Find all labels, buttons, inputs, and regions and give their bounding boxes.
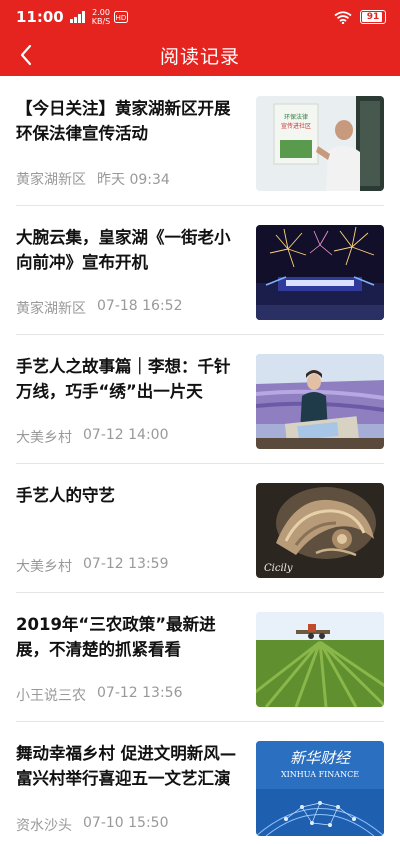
page-title: 阅读记录 (159, 45, 240, 68)
thumbnail-image: Cicily (256, 483, 384, 578)
article-time: 07-12 13:56 (97, 685, 183, 701)
article-source: 大美乡村 (16, 430, 72, 446)
battery-icon: 91 (360, 10, 386, 24)
speed-unit: KB/S (91, 17, 111, 26)
thumbnail-image (256, 225, 384, 320)
article-item[interactable]: 【今日关注】黄家湖新区开展环保法律宣传活动 黄家湖新区 昨天 09:34 环保法… (16, 76, 384, 206)
thumbnail-image (256, 612, 384, 707)
back-button[interactable] (6, 34, 46, 76)
article-source: 小王说三农 (16, 688, 86, 704)
article-list: 【今日关注】黄家湖新区开展环保法律宣传活动 黄家湖新区 昨天 09:34 环保法… (0, 76, 400, 844)
thumbnail-image: 环保法律 宣传进社区 (256, 96, 384, 191)
status-time: 11:00 (16, 8, 64, 26)
xinhua-logo-en: XINHUA FINANCE (281, 770, 359, 779)
article-meta: 大美乡村 07-12 13:59 (16, 556, 244, 576)
article-item[interactable]: 舞动幸福乡村 促进文明新风—富兴村举行喜迎五一文艺汇演 资水沙头 07-10 1… (16, 722, 384, 844)
thumbnail-image: 新华财经 XINHUA FINANCE (256, 741, 384, 836)
article-title[interactable]: 2019年“三农政策”最新进展，不清楚的抓紧看看 (16, 612, 244, 662)
network-speed: 2.00 KB/S (92, 8, 111, 26)
article-item[interactable]: 2019年“三农政策”最新进展，不清楚的抓紧看看 小王说三农 07-12 13:… (16, 593, 384, 722)
article-thumbnail[interactable]: 新华财经 XINHUA FINANCE (256, 741, 384, 836)
xinhua-logo-cn: 新华财经 (290, 749, 352, 767)
article-source: 黄家湖新区 (16, 301, 86, 317)
article-meta: 黄家湖新区 昨天 09:34 (16, 169, 244, 189)
article-title[interactable]: 手艺人的守艺 (16, 483, 244, 508)
poster-text-2: 宣传进社区 (281, 122, 311, 130)
status-icons: 2.00 KB/S HD (69, 8, 129, 26)
article-thumbnail[interactable] (256, 354, 384, 449)
article-meta: 黄家湖新区 07-18 16:52 (16, 298, 244, 318)
poster-text-1: 环保法律 (284, 113, 308, 121)
article-source: 黄家湖新区 (16, 172, 86, 188)
article-item[interactable]: 大腕云集，皇家湖《一街老小向前冲》宣布开机 黄家湖新区 07-18 16:52 (16, 206, 384, 335)
article-time: 07-18 16:52 (97, 298, 183, 314)
article-thumbnail[interactable]: Cicily (256, 483, 384, 578)
wifi-icon (334, 10, 352, 24)
article-meta: 资水沙头 07-10 15:50 (16, 815, 244, 835)
article-meta: 大美乡村 07-12 14:00 (16, 427, 244, 447)
status-bar: 11:00 2.00 KB/S HD 91 (0, 0, 400, 34)
article-time: 07-10 15:50 (83, 815, 169, 831)
nav-bar: 阅读记录 (0, 34, 400, 76)
article-thumbnail[interactable] (256, 612, 384, 707)
article-item[interactable]: 手艺人之故事篇｜李想：千针万线，巧手“绣”出一片天 大美乡村 07-12 14:… (16, 335, 384, 464)
battery-level: 91 (366, 12, 380, 22)
thumbnail-image (256, 354, 384, 449)
article-thumbnail[interactable] (256, 225, 384, 320)
article-title[interactable]: 手艺人之故事篇｜李想：千针万线，巧手“绣”出一片天 (16, 354, 244, 404)
article-time: 昨天 09:34 (97, 172, 170, 188)
article-meta: 小王说三农 07-12 13:56 (16, 685, 244, 705)
article-thumbnail[interactable]: 环保法律 宣传进社区 (256, 96, 384, 191)
article-title[interactable]: 舞动幸福乡村 促进文明新风—富兴村举行喜迎五一文艺汇演 (16, 741, 244, 791)
article-time: 07-12 13:59 (83, 556, 169, 572)
article-title[interactable]: 大腕云集，皇家湖《一街老小向前冲》宣布开机 (16, 225, 244, 275)
article-item[interactable]: 手艺人的守艺 大美乡村 07-12 13:59 Cicily (16, 464, 384, 593)
svg-text:HD: HD (116, 14, 127, 22)
signal-icon (69, 11, 85, 23)
article-source: 资水沙头 (16, 818, 72, 834)
article-title[interactable]: 【今日关注】黄家湖新区开展环保法律宣传活动 (16, 96, 244, 146)
article-source: 大美乡村 (16, 559, 72, 575)
article-time: 07-12 14:00 (83, 427, 169, 443)
speed-value: 2.00 (92, 8, 110, 17)
chevron-left-icon (20, 44, 32, 66)
hd-icon: HD (114, 11, 129, 23)
thumbnail-watermark: Cicily (264, 563, 293, 574)
